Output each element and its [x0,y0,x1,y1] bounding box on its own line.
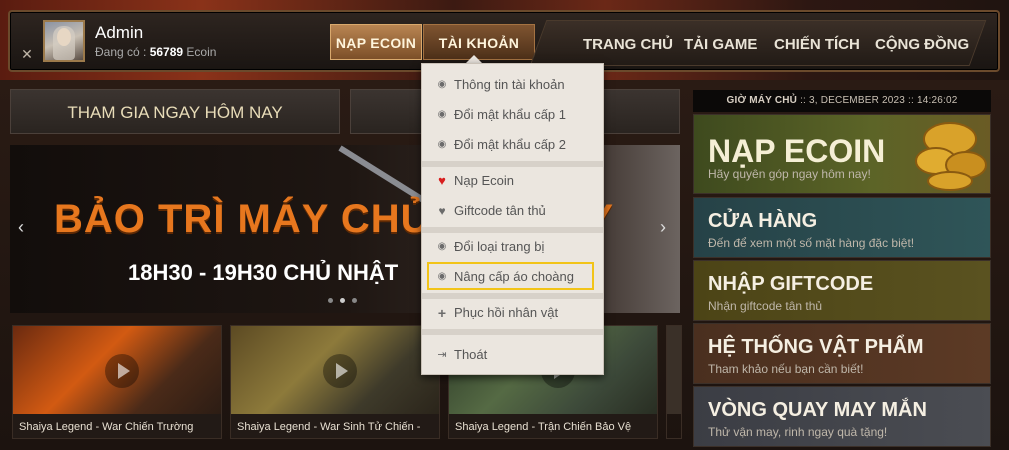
card-lucky-spin[interactable]: VÒNG QUAY MAY MẮN Thử vận may, rinh ngay… [693,386,991,447]
circle-dot-icon: ◉ [437,79,447,90]
circle-dot-icon: ◉ [437,139,447,150]
avatar[interactable] [43,20,85,62]
close-icon[interactable]: ✕ [18,45,36,63]
balance-amount: 56789 [149,45,184,59]
nav-cong-dong[interactable]: CỘNG ĐỒNG [875,36,969,53]
menu-item-label: Giftcode tân thủ [454,203,546,218]
server-time-label: GIỜ MÁY CHỦ [726,95,798,106]
heart-icon: ♥ [438,204,446,218]
menu-item-swap-gear[interactable]: ◉ Đổi loại trang bị [422,233,603,261]
carousel-dot[interactable] [328,298,333,303]
carousel-dot[interactable] [340,298,345,303]
video-caption: Shaiya Legend - War Chiến Trường [13,414,221,438]
menu-item-label: Thoát [454,347,488,362]
menu-item-label: Đổi mật khẩu cấp 1 [454,107,567,122]
user-name: Admin [95,23,144,42]
carousel-next-icon[interactable]: › [660,217,666,238]
card-giftcode[interactable]: NHẬP GIFTCODE Nhận giftcode tân thủ [693,260,991,321]
card-nap-ecoin[interactable]: NẠP ECOIN Hãy quyên góp ngay hôm nay! [693,114,991,194]
plus-icon: + [437,305,447,321]
card-subtitle: Thử vận may, rinh ngay quà tặng! [708,425,888,439]
nav-tai-game[interactable]: TẢI GAME [684,36,757,53]
circle-dot-icon: ◉ [437,109,447,120]
card-subtitle: Đến để xem một số mặt hàng đặc biệt! [708,236,915,250]
dropdown-caret [466,55,482,63]
card-subtitle: Tham khảo nếu bạn cần biết! [708,362,864,376]
logout-icon: ⇥ [437,349,447,361]
server-time: GIỜ MÁY CHỦ :: 3, DECEMBER 2023 :: 14:26… [693,90,991,112]
menu-item-change-password-1[interactable]: ◉ Đổi mật khẩu cấp 1 [422,101,603,129]
card-subtitle: Nhận giftcode tân thủ [708,299,823,313]
menu-item-label: Thông tin tài khoản [454,77,565,92]
balance-label: Đang có : [95,45,150,59]
video-thumb[interactable]: Shaiya Legend - War Sinh Tử Chiến - [230,325,440,439]
menu-item-restore-character[interactable]: + Phục hồi nhân vật [422,299,603,327]
video-thumb[interactable]: Shaiya Legend - War Chiến Trường [12,325,222,439]
menu-item-giftcode[interactable]: ♥ Giftcode tân thủ [422,197,603,225]
banner-subtitle: 18H30 - 19H30 CHỦ NHẬT [128,260,399,285]
video-thumb-partial[interactable] [666,325,682,439]
video-caption: Shaiya Legend - Trận Chiến Bảo Vệ [449,414,657,438]
nav-trang-chu[interactable]: TRANG CHỦ [583,36,673,53]
server-time-value: :: 3, DECEMBER 2023 :: 14:26:02 [797,95,958,106]
circle-dot-icon: ◉ [437,241,447,252]
menu-item-label: Phục hồi nhân vật [454,305,559,320]
card-shop[interactable]: CỬA HÀNG Đến để xem một số mặt hàng đặc … [693,197,991,258]
heart-icon: ♥ [438,173,446,188]
highlight-box [427,262,594,290]
menu-item-logout[interactable]: ⇥ Thoát [422,341,603,369]
menu-item-label: Nạp Ecoin [454,173,514,188]
menu-item-label: Đổi loại trang bị [454,239,545,254]
card-title: NẠP ECOIN [708,133,886,169]
play-icon[interactable] [105,354,139,388]
menu-item-change-password-2[interactable]: ◉ Đổi mật khẩu cấp 2 [422,131,603,159]
menu-separator [422,329,603,335]
join-now-button[interactable]: THAM GIA NGAY HÔM NAY [10,89,340,134]
card-title: CỬA HÀNG [708,210,818,232]
menu-item-nap-ecoin[interactable]: ♥ Nạp Ecoin [422,167,603,195]
coins-icon [915,122,987,191]
balance-line: Đang có : 56789 Ecoin [95,45,216,59]
card-subtitle: Hãy quyên góp ngay hôm nay! [708,167,871,181]
menu-item-label: Đổi mật khẩu cấp 2 [454,137,567,152]
carousel-prev-icon[interactable]: ‹ [18,217,24,238]
card-item-system[interactable]: HỆ THỐNG VẬT PHẨM Tham khảo nếu bạn cần … [693,323,991,384]
play-icon[interactable] [323,354,357,388]
balance-unit: Ecoin [183,45,217,59]
account-dropdown-menu: ◉ Thông tin tài khoản ◉ Đổi mật khẩu cấp 1… [421,63,604,375]
nav-chien-tich[interactable]: CHIẾN TÍCH [774,36,860,53]
card-title: NHẬP GIFTCODE [708,273,874,295]
card-title: HỆ THỐNG VẬT PHẨM [708,336,924,358]
card-title: VÒNG QUAY MAY MẮN [708,399,927,421]
video-caption: Shaiya Legend - War Sinh Tử Chiến - [231,414,439,438]
video-thumbnail-image [667,326,681,414]
tab-nap-ecoin[interactable]: NẠP ECOIN [330,24,422,60]
menu-item-account-info[interactable]: ◉ Thông tin tài khoản [422,71,603,99]
carousel-dots[interactable] [328,290,364,308]
carousel-dot[interactable] [352,298,357,303]
